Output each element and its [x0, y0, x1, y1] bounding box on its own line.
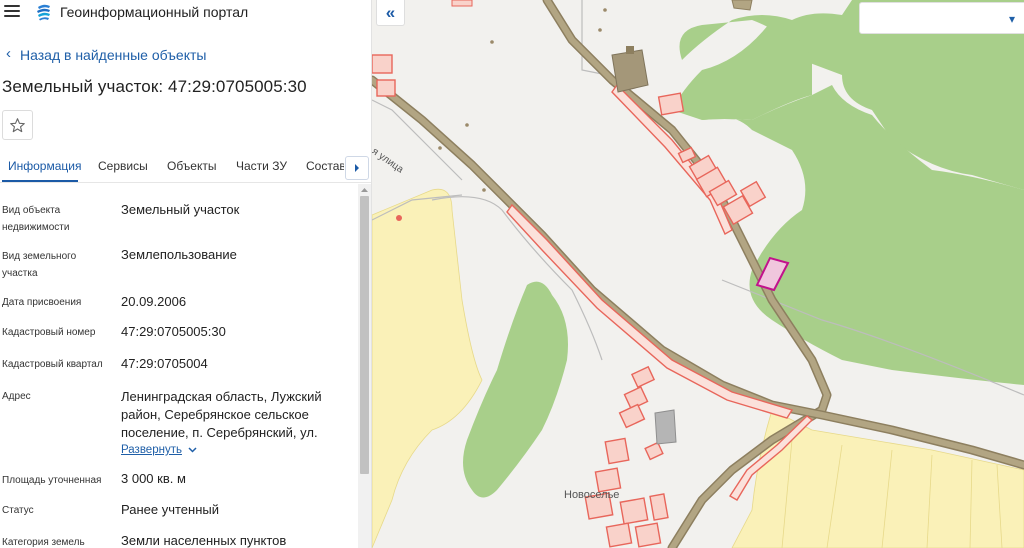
- address-line: Ленинградская область, Лужский: [121, 389, 322, 404]
- star-icon: [10, 117, 25, 132]
- value-address: Ленинградская область, Лужский район, Се…: [121, 388, 346, 442]
- tab-services[interactable]: Сервисы: [98, 159, 148, 173]
- address-line: район, Серебрянское сельское: [121, 407, 309, 422]
- chevron-right-icon: [355, 164, 359, 172]
- label-line: Вид земельного: [2, 251, 77, 262]
- app-root: Геоинформационный портал ‹ Назад в найде…: [0, 0, 1024, 548]
- address-line: поселение, п. Серебрянский, ул.: [121, 425, 318, 440]
- object-tabs: Информация Сервисы Объекты Части ЗУ Сост…: [0, 150, 371, 183]
- portal-title: Геоинформационный портал: [60, 4, 249, 20]
- tabs-next-button[interactable]: [345, 156, 369, 180]
- value-area: 3 000 кв. м: [121, 471, 186, 486]
- label-cadastral-quarter: Кадастровый квартал: [2, 356, 103, 373]
- label-line: Категория земель: [2, 537, 85, 548]
- chevron-down-icon: [188, 447, 197, 453]
- expand-address-link[interactable]: Развернуть: [121, 444, 197, 456]
- back-to-results-link[interactable]: ‹ Назад в найденные объекты: [6, 45, 207, 63]
- label-cadastral-number: Кадастровый номер: [2, 324, 95, 341]
- back-link-label: Назад в найденные объекты: [20, 46, 207, 63]
- collapse-panel-button[interactable]: «: [376, 0, 405, 26]
- label-line: Статус: [2, 505, 34, 516]
- label-line: Дата присвоения: [2, 297, 82, 308]
- label-land-category: Категория земель: [2, 534, 85, 548]
- map-search-box[interactable]: ▾: [859, 2, 1024, 34]
- chevron-down-icon[interactable]: ▾: [1009, 12, 1015, 26]
- active-tab-indicator: [2, 180, 78, 182]
- page-title: Земельный участок: 47:29:0705005:30: [2, 77, 307, 96]
- label-land-type: Вид земельного участка: [2, 248, 76, 282]
- value-land-type: Землепользование: [121, 247, 237, 262]
- map-view[interactable]: « я улица Новоселье ▾: [372, 0, 1024, 548]
- favorite-button[interactable]: [2, 110, 33, 140]
- tab-overflow-clip: Состав: [300, 150, 344, 182]
- value-assignment-date: 20.09.2006: [121, 294, 187, 309]
- geoportal-logo-icon: [37, 4, 50, 21]
- expand-label: Развернуть: [121, 444, 182, 456]
- label-area: Площадь уточненная: [2, 472, 101, 489]
- tab-objects[interactable]: Объекты: [167, 159, 217, 173]
- label-address: Адрес: [2, 388, 31, 405]
- tab-land-parts[interactable]: Части ЗУ: [236, 159, 287, 173]
- header-bar: Геоинформационный портал: [0, 0, 371, 26]
- tab-composition[interactable]: Состав: [306, 159, 344, 173]
- chevron-left-icon: ‹: [6, 45, 11, 62]
- label-line: участка: [2, 268, 38, 279]
- object-panel: Геоинформационный портал ‹ Назад в найде…: [0, 0, 372, 548]
- info-section: Вид объекта недвижимости Земельный участ…: [0, 184, 358, 548]
- label-line: Площадь уточненная: [2, 475, 102, 486]
- value-object-type: Земельный участок: [121, 202, 240, 217]
- value-cadastral-quarter: 47:29:0705004: [121, 356, 208, 371]
- village-label: Новоселье: [564, 489, 620, 501]
- label-line: Кадастровый номер: [2, 327, 96, 338]
- hamburger-menu-icon[interactable]: [4, 5, 20, 19]
- scrollbar-thumb[interactable]: [360, 196, 369, 474]
- label-object-type: Вид объекта недвижимости: [2, 202, 69, 236]
- value-status: Ранее учтенный: [121, 502, 219, 517]
- label-line: недвижимости: [2, 222, 70, 233]
- value-cadastral-number: 47:29:0705005:30: [121, 324, 226, 339]
- label-line: Адрес: [2, 391, 31, 402]
- label-status: Статус: [2, 502, 34, 519]
- scroll-up-arrow-icon[interactable]: [360, 186, 369, 194]
- label-line: Кадастровый квартал: [2, 359, 103, 370]
- label-line: Вид объекта: [2, 205, 61, 216]
- label-assignment-date: Дата присвоения: [2, 294, 81, 311]
- tab-information[interactable]: Информация: [8, 159, 81, 173]
- map-canvas[interactable]: [372, 0, 1024, 548]
- value-land-category: Земли населенных пунктов: [121, 533, 287, 548]
